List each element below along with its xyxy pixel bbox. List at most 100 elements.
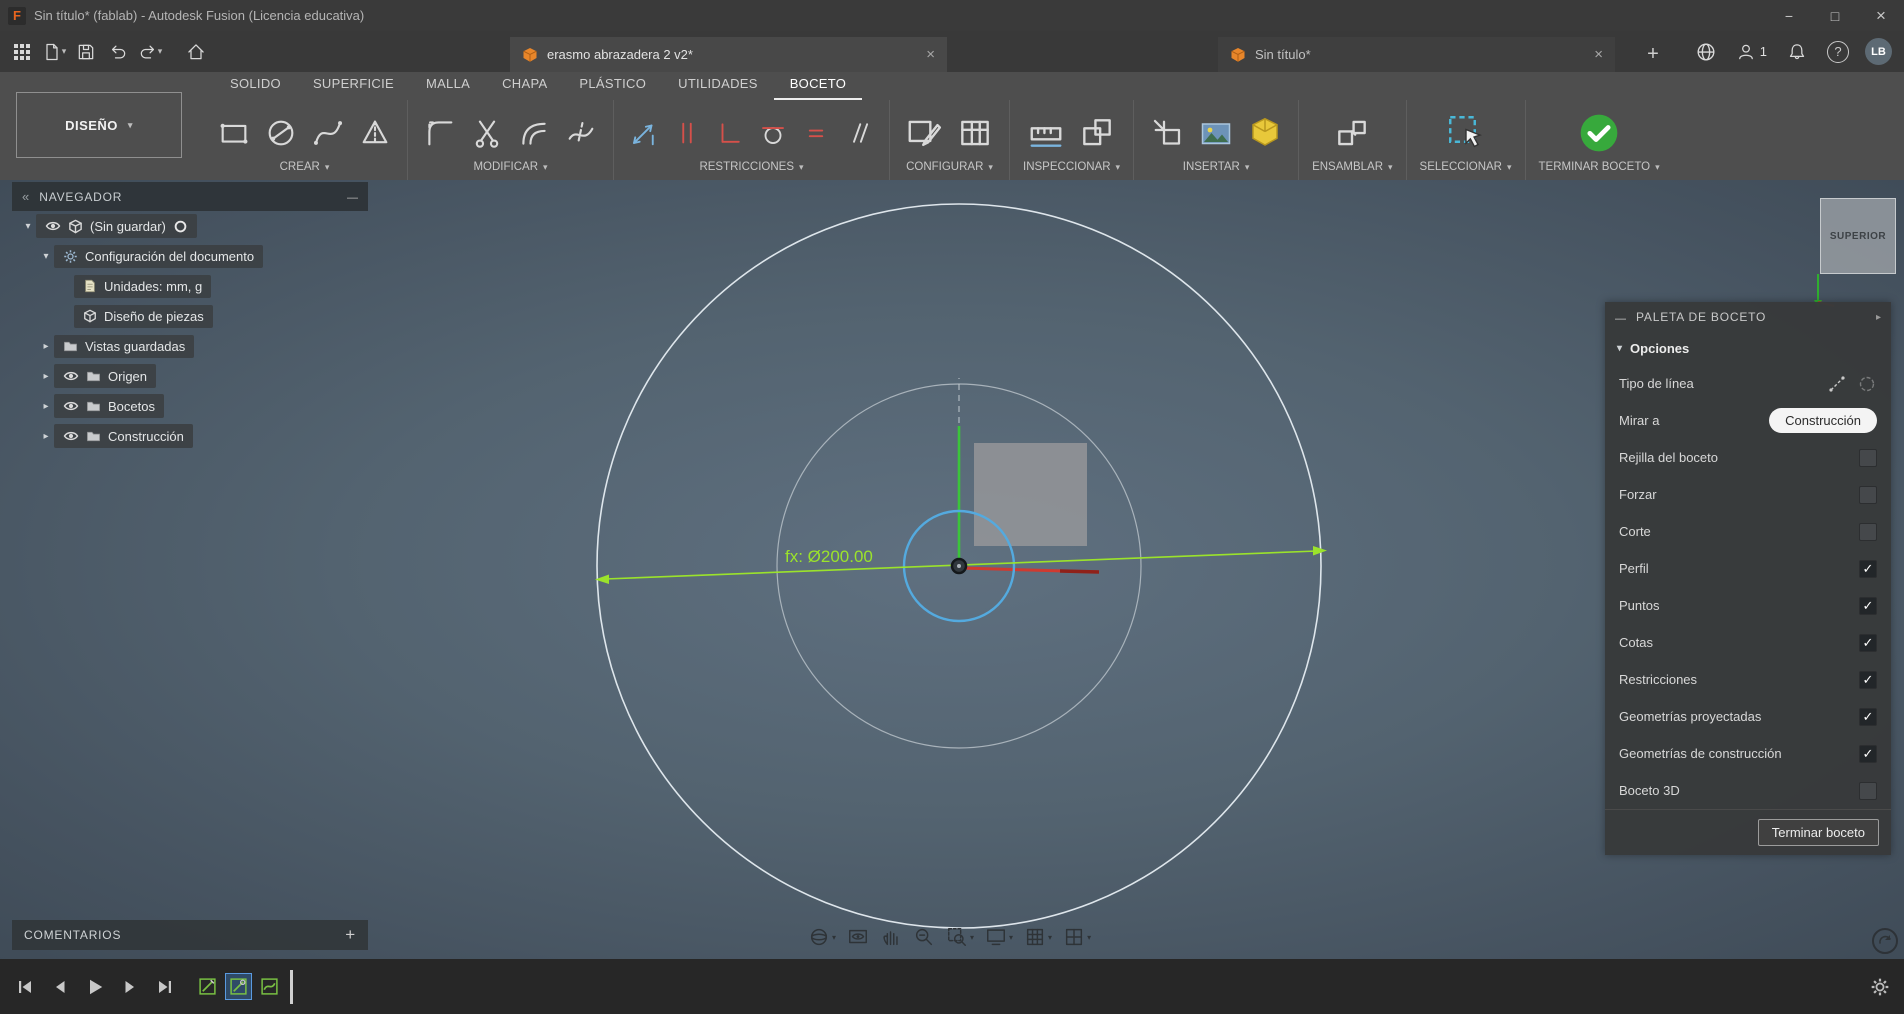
timeline-step-forward-button[interactable] xyxy=(117,974,143,1000)
display-settings-icon[interactable] xyxy=(983,924,1015,950)
look-at-construction-button[interactable]: Construcción xyxy=(1769,408,1877,433)
timeline-go-to-end-button[interactable] xyxy=(152,974,178,1000)
options-section-header[interactable]: Opciones xyxy=(1605,332,1891,365)
snap-checkbox[interactable] xyxy=(1859,485,1877,504)
undo-button[interactable] xyxy=(104,37,132,67)
chevron-right-icon[interactable] xyxy=(38,371,54,382)
browser-row-units[interactable]: Unidades: mm, g xyxy=(12,271,368,301)
redo-button[interactable] xyxy=(136,37,164,67)
horizontal-vertical-constraint-icon[interactable] xyxy=(670,116,704,150)
visibility-eye-icon[interactable] xyxy=(63,368,79,384)
visibility-eye-icon[interactable] xyxy=(63,428,79,444)
view-cube-face-label[interactable]: SUPERIOR xyxy=(1830,231,1886,242)
fillet-tool-icon[interactable] xyxy=(421,114,459,152)
close-window-button[interactable] xyxy=(1858,0,1904,31)
timeline-go-to-start-button[interactable] xyxy=(12,974,38,1000)
tab-malla[interactable]: MALLA xyxy=(410,71,486,100)
tab-utilidades[interactable]: UTILIDADES xyxy=(662,71,774,100)
construction-linetype-icon[interactable] xyxy=(1827,374,1847,394)
tangent-constraint-icon[interactable] xyxy=(756,116,790,150)
look-at-icon[interactable] xyxy=(845,924,871,950)
sketch-grid-checkbox[interactable] xyxy=(1859,448,1877,467)
break-tool-icon[interactable] xyxy=(562,114,600,152)
timeline-sketch-feature[interactable] xyxy=(256,973,283,1000)
sketch-palette-header[interactable]: PALETA DE BOCETO xyxy=(1605,302,1891,332)
job-status-indicator[interactable]: 1 xyxy=(1736,42,1767,62)
extensions-globe-icon[interactable] xyxy=(1692,37,1720,67)
add-comment-button[interactable] xyxy=(345,925,356,945)
tab-superficie[interactable]: SUPERFICIE xyxy=(297,71,410,100)
sketch-dimension-icon[interactable] xyxy=(627,116,661,150)
document-tab[interactable]: erasmo abrazadera 2 v2* xyxy=(510,37,947,72)
group-label-inspeccionar[interactable]: INSPECCIONAR xyxy=(1023,161,1120,177)
centerline-linetype-icon[interactable] xyxy=(1857,374,1877,394)
sketch-3d-checkbox[interactable] xyxy=(1859,781,1877,800)
active-document-target-icon[interactable] xyxy=(173,219,188,234)
tab-boceto[interactable]: BOCETO xyxy=(773,71,863,100)
chevron-down-icon[interactable] xyxy=(970,933,974,942)
dimension-label[interactable]: fx: Ø200.00 xyxy=(785,547,873,566)
browser-row-doc-settings[interactable]: Configuración del documento xyxy=(12,241,368,271)
browser-row-origin[interactable]: Origen xyxy=(12,361,368,391)
chevron-down-icon[interactable] xyxy=(1617,343,1622,354)
browser-row-construction[interactable]: Construcción xyxy=(12,421,368,451)
collapse-panel-icon[interactable] xyxy=(22,189,29,204)
viewports-icon[interactable] xyxy=(1061,924,1093,950)
dimensions-checkbox[interactable] xyxy=(1859,633,1877,652)
sketch-settings-icon[interactable] xyxy=(903,112,945,154)
interference-tool-icon[interactable] xyxy=(1076,112,1118,154)
close-tab-icon[interactable] xyxy=(926,46,935,63)
minimize-window-button[interactable] xyxy=(1766,0,1812,31)
finish-sketch-button[interactable]: Terminar boceto xyxy=(1757,819,1879,846)
selected-face[interactable] xyxy=(974,443,1087,546)
chevron-down-icon[interactable] xyxy=(38,251,54,262)
view-cube[interactable]: SUPERIOR xyxy=(1820,198,1896,274)
timeline-sketch-feature-selected[interactable] xyxy=(225,973,252,1000)
timeline-sketch-feature[interactable] xyxy=(194,973,221,1000)
chevron-right-icon[interactable] xyxy=(38,341,54,352)
equal-constraint-icon[interactable] xyxy=(799,116,833,150)
group-label-restricciones[interactable]: RESTRICCIONES xyxy=(699,161,803,177)
pan-icon[interactable] xyxy=(878,924,904,950)
minimize-panel-icon[interactable] xyxy=(1615,310,1626,325)
trim-tool-icon[interactable] xyxy=(468,114,506,152)
perpendicular-constraint-icon[interactable] xyxy=(713,116,747,150)
parallel-constraint-icon[interactable] xyxy=(842,116,876,150)
comments-bar[interactable]: COMENTARIOS xyxy=(12,920,368,950)
file-menu-button[interactable] xyxy=(40,37,68,67)
notification-bell-icon[interactable] xyxy=(1783,37,1811,67)
chevron-down-icon[interactable] xyxy=(1009,933,1013,942)
zoom-window-icon[interactable] xyxy=(944,924,976,950)
chevron-down-icon[interactable] xyxy=(832,933,836,942)
measure-tool-icon[interactable] xyxy=(1025,112,1067,154)
group-label-insertar[interactable]: INSERTAR xyxy=(1183,161,1250,177)
origin-point[interactable] xyxy=(950,557,968,575)
finish-sketch-icon[interactable] xyxy=(1575,109,1623,157)
document-tab[interactable]: Sin título* xyxy=(1218,37,1615,72)
user-avatar[interactable]: LB xyxy=(1865,38,1892,65)
close-tab-icon[interactable] xyxy=(1594,46,1603,63)
insert-derive-icon[interactable] xyxy=(1147,113,1187,153)
save-button[interactable] xyxy=(72,37,100,67)
browser-row-document[interactable]: (Sin guardar) xyxy=(12,211,368,241)
orbit-icon[interactable] xyxy=(806,924,838,950)
home-view-icon[interactable] xyxy=(182,37,210,67)
constraints-checkbox[interactable] xyxy=(1859,670,1877,689)
maximize-window-button[interactable] xyxy=(1812,0,1858,31)
profile-checkbox[interactable] xyxy=(1859,559,1877,578)
offset-tool-icon[interactable] xyxy=(515,114,553,152)
timeline-playhead[interactable] xyxy=(290,969,293,1004)
browser-row-sketches[interactable]: Bocetos xyxy=(12,391,368,421)
polygon-tool-icon[interactable] xyxy=(356,114,394,152)
insert-image-icon[interactable] xyxy=(1196,113,1236,153)
slice-checkbox[interactable] xyxy=(1859,522,1877,541)
minimize-panel-icon[interactable] xyxy=(347,189,358,204)
group-label-ensamblar[interactable]: ENSAMBLAR xyxy=(1312,161,1392,177)
timeline-play-button[interactable] xyxy=(82,974,108,1000)
help-button[interactable] xyxy=(1827,40,1849,63)
circle-tool-icon[interactable] xyxy=(262,114,300,152)
rectangle-tool-icon[interactable] xyxy=(215,114,253,152)
app-grid-icon[interactable] xyxy=(8,37,36,67)
chevron-down-icon[interactable] xyxy=(20,221,36,232)
chevron-right-icon[interactable] xyxy=(38,401,54,412)
